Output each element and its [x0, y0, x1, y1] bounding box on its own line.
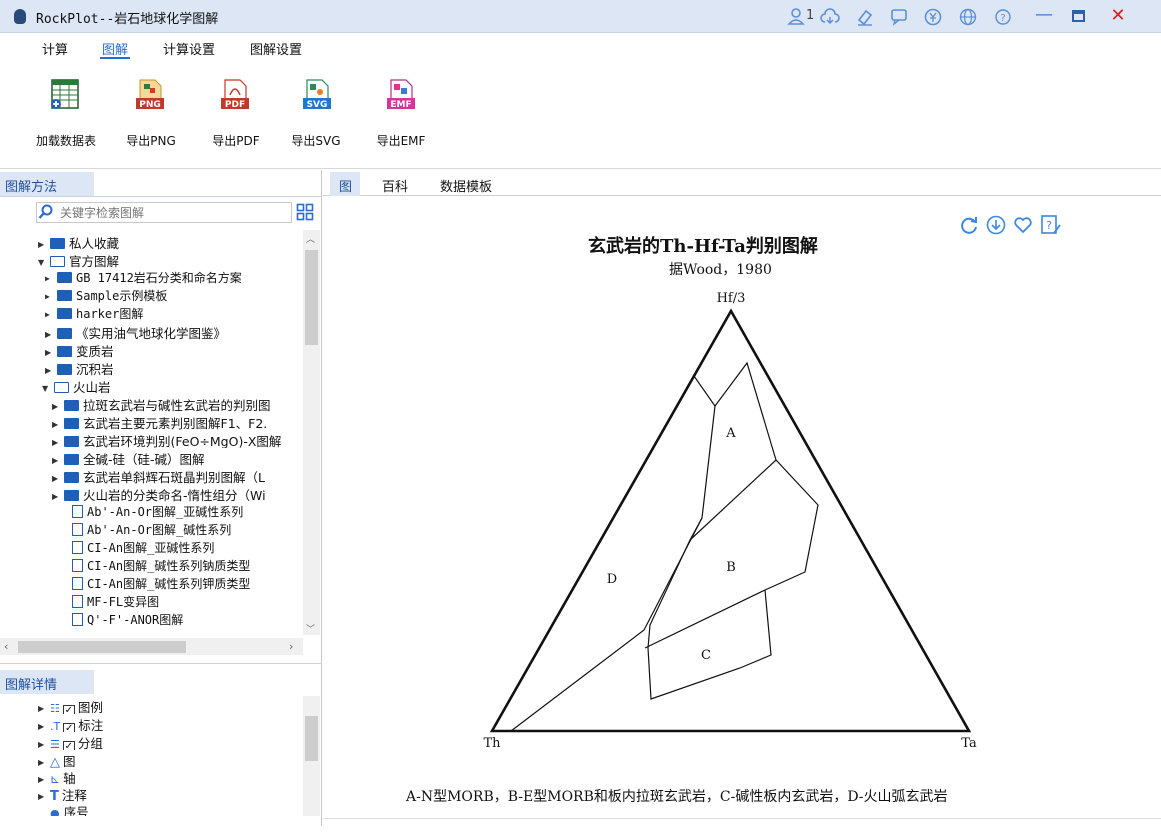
vertex-label-left: Th	[483, 736, 501, 751]
ternary-outline	[489, 308, 972, 733]
field-boundary	[647, 589, 772, 700]
field-label-c: C	[701, 648, 711, 663]
field-boundary	[644, 459, 819, 649]
field-label-d: D	[607, 572, 617, 587]
vertex-label-top: Hf/3	[717, 291, 746, 306]
bottom-border	[323, 818, 1161, 826]
field-boundary	[647, 517, 703, 649]
chart-caption: A-N型MORB，B-E型MORB和板内拉斑玄武岩，C-碱性板内玄武岩，D-火山…	[406, 789, 948, 805]
ternary-diagram: Hf/3 Th Ta A B C D	[483, 291, 977, 751]
field-label-a: A	[725, 426, 736, 441]
vertex-label-right: Ta	[961, 736, 977, 751]
field-label-b: B	[726, 560, 736, 575]
field-boundary	[714, 361, 777, 461]
field-boundary	[510, 375, 716, 732]
